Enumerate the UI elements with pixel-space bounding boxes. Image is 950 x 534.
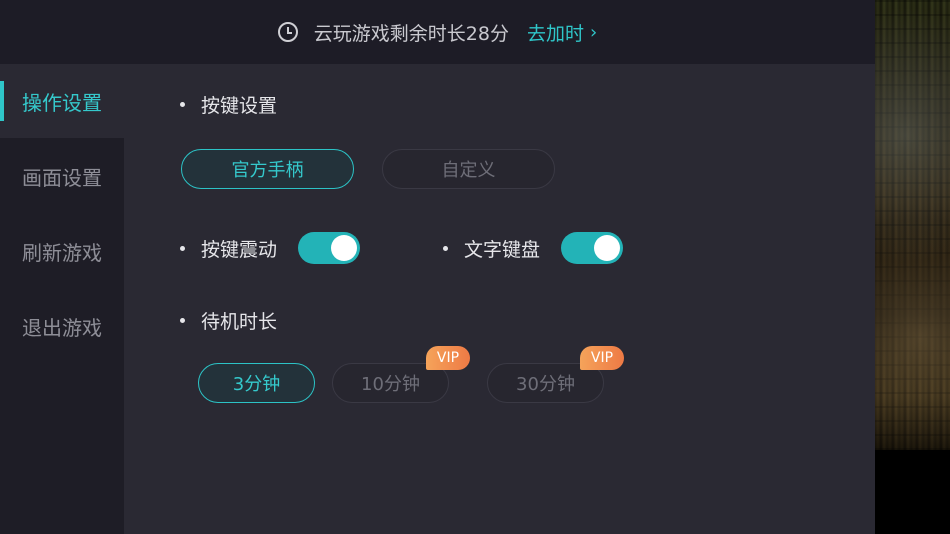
sidebar-item-controls[interactable]: 操作设置 (0, 64, 124, 138)
bullet-icon (180, 246, 185, 251)
idle-time-title: 待机时长 (201, 311, 278, 333)
settings-sidebar: 操作设置 画面设置 刷新游戏 退出游戏 (0, 64, 124, 534)
text-keyboard-toggle[interactable] (561, 232, 623, 264)
custom-keys-option[interactable]: 自定义 (382, 149, 555, 189)
vibration-label: 按键震动 (201, 239, 278, 261)
settings-panel: 操作设置 画面设置 刷新游戏 退出游戏 按键设置 官方手柄 自定义 按键震动 文… (0, 64, 875, 534)
key-settings-heading: 按键设置 (180, 91, 277, 118)
sidebar-item-label: 退出游戏 (22, 315, 102, 340)
sidebar-item-refresh-game[interactable]: 刷新游戏 (0, 214, 124, 288)
option-label: 官方手柄 (231, 160, 304, 181)
vip-badge: VIP (426, 346, 470, 370)
option-label: 30分钟 (516, 374, 575, 395)
clock-icon (277, 22, 298, 42)
bullet-icon (180, 318, 185, 323)
sidebar-item-exit-game[interactable]: 退出游戏 (0, 289, 124, 363)
sidebar-item-display[interactable]: 画面设置 (0, 139, 124, 213)
key-settings-title: 按键设置 (201, 95, 278, 117)
add-time-link[interactable]: 去加时 › (527, 19, 597, 46)
text-keyboard-setting: 文字键盘 (443, 235, 540, 262)
vibration-toggle[interactable] (298, 232, 360, 264)
sidebar-item-label: 刷新游戏 (22, 240, 102, 265)
bullet-icon (443, 246, 448, 251)
official-gamepad-option[interactable]: 官方手柄 (181, 149, 354, 189)
sidebar-item-label: 画面设置 (22, 165, 102, 190)
add-time-label: 去加时 (526, 22, 584, 45)
bullet-icon (180, 102, 185, 107)
vip-badge: VIP (580, 346, 624, 370)
toggle-knob (331, 235, 357, 261)
vip-badge-label: VIP (590, 350, 614, 366)
remaining-time-text: 云玩游戏剩余时长28分 (313, 22, 509, 45)
option-label: 3分钟 (232, 374, 281, 395)
option-label: 10分钟 (361, 374, 420, 395)
time-remaining-bar: 云玩游戏剩余时长28分 去加时 › (0, 0, 875, 64)
idle-time-heading: 待机时长 (180, 307, 277, 334)
vip-badge-label: VIP (436, 350, 460, 366)
vibration-setting: 按键震动 (180, 235, 277, 262)
toggle-knob (594, 235, 620, 261)
text-keyboard-label: 文字键盘 (464, 239, 541, 261)
sidebar-item-label: 操作设置 (22, 90, 102, 115)
game-background-image (875, 0, 950, 450)
chevron-right-icon: › (590, 21, 598, 43)
idle-3min-option[interactable]: 3分钟 (198, 363, 315, 403)
option-label: 自定义 (441, 160, 496, 181)
